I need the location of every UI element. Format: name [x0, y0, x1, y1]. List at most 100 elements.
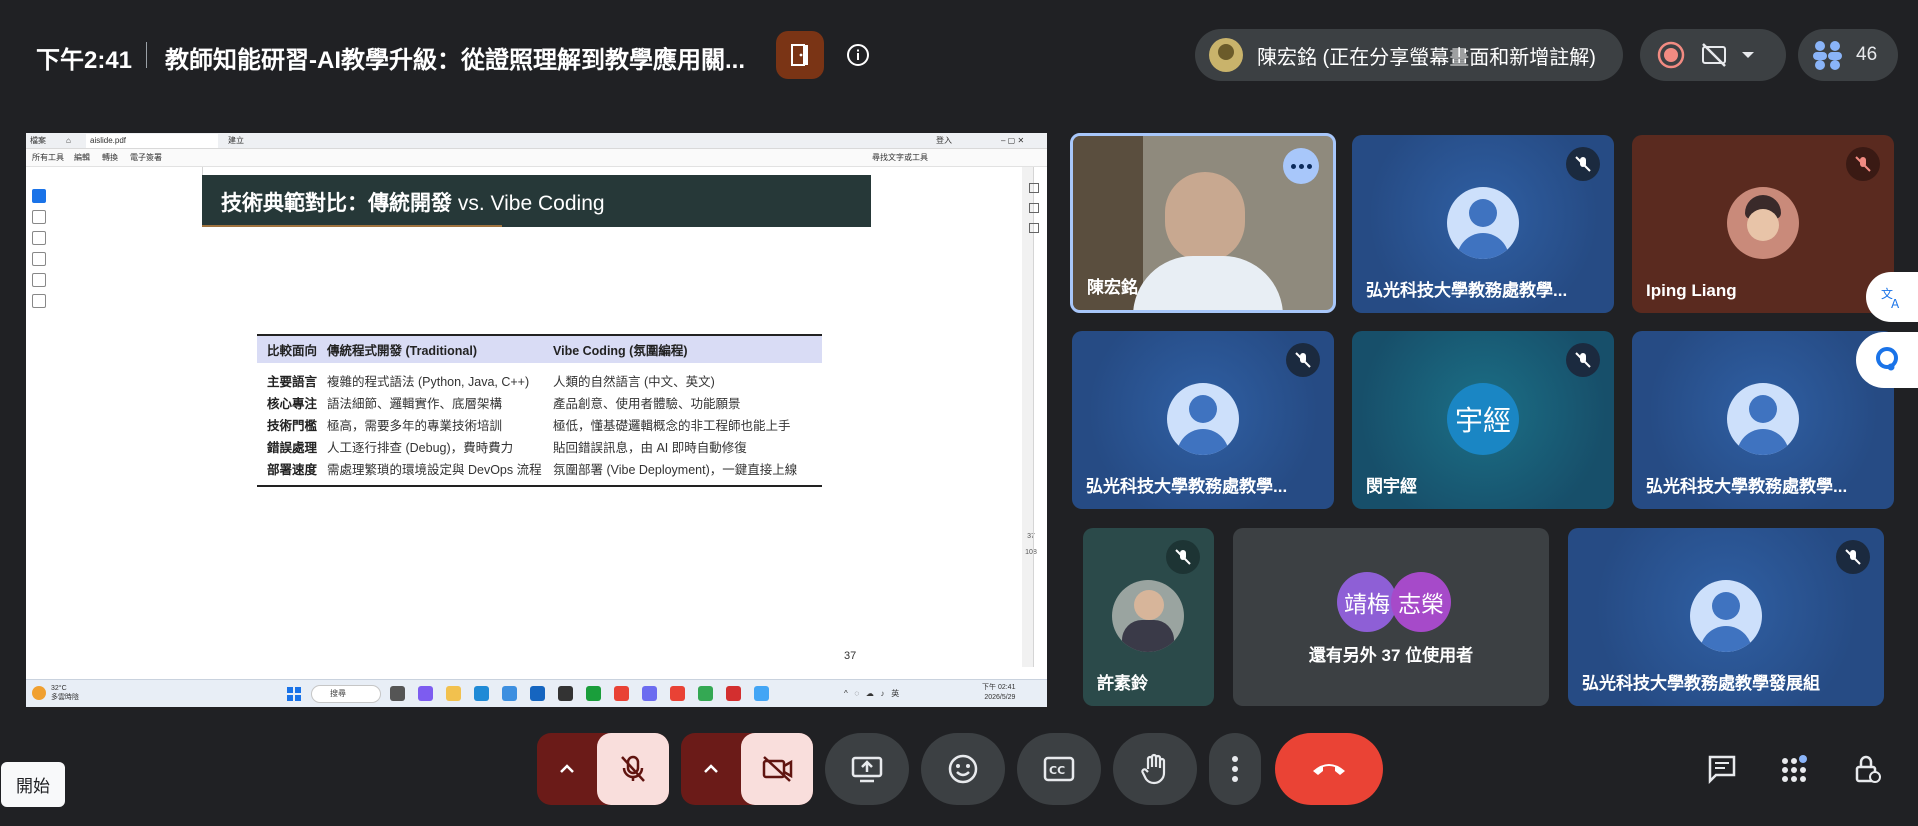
participant-tile[interactable]: 弘光科技大學教務處教學... [1352, 135, 1614, 313]
translate-button[interactable]: 文A [1866, 272, 1918, 322]
microphone-toggle-button[interactable] [597, 733, 669, 805]
pen-tool-icon[interactable] [32, 231, 46, 245]
input-language[interactable]: 英 [891, 689, 899, 698]
all-tools-menu[interactable]: 所有工具 [32, 152, 64, 163]
header-vibe: Vibe Coding (氛圍編程) [553, 344, 688, 358]
copilot-icon[interactable] [418, 686, 433, 701]
video-options-button[interactable] [681, 733, 741, 805]
app-icon[interactable] [754, 686, 769, 701]
more-options-button[interactable] [1283, 148, 1319, 184]
table-bottom-rule [257, 485, 822, 487]
file-tab[interactable]: aislide.pdf [86, 134, 218, 148]
chrome-icon[interactable] [698, 686, 713, 701]
clock-time: 下午 02:41 [982, 684, 1016, 691]
chat-button[interactable] [1697, 744, 1747, 794]
new-tab[interactable]: 建立 [228, 134, 244, 148]
edit-menu[interactable]: 編輯 [74, 152, 90, 163]
activities-button[interactable] [1769, 744, 1819, 794]
home-icon[interactable]: ⌂ [66, 134, 71, 148]
weather-widget[interactable]: 32°C 多雲時陰 [32, 684, 79, 702]
recording-chip[interactable] [1640, 29, 1786, 81]
edge-icon[interactable] [474, 686, 489, 701]
more-participants-tile[interactable]: 靖梅 志榮 還有另外 37 位使用者 [1233, 528, 1549, 706]
file-explorer-icon[interactable] [446, 686, 461, 701]
slide-header: 技術典範對比：傳統開發 vs. Vibe Coding [202, 175, 871, 227]
convert-menu[interactable]: 轉換 [102, 152, 118, 163]
presenter-chip[interactable]: 陳宏銘 (正在分享螢幕畫面和新增註解) [1195, 29, 1623, 81]
present-screen-button[interactable] [825, 733, 909, 805]
row-vibe: 氛圍部署 (Vibe Deployment)，一鍵直接上線 [553, 463, 798, 477]
more-options-button[interactable] [1209, 733, 1261, 805]
comparison-table: 比較面向 傳統程式開發 (Traditional) Vibe Coding (氛… [257, 334, 822, 487]
select-tool-icon[interactable] [32, 189, 46, 203]
taskbar-clock[interactable]: 下午 02:41 2026/5/29 [982, 683, 1015, 703]
shape-tool-icon[interactable] [32, 252, 46, 266]
app-icon[interactable] [642, 686, 657, 701]
captions-button[interactable]: CC [1017, 733, 1101, 805]
xbox-icon[interactable] [586, 686, 601, 701]
participant-tile[interactable]: 許素鈴 [1083, 528, 1214, 706]
comment-icon[interactable] [1029, 183, 1039, 193]
weather-temp: 32°C [51, 685, 67, 692]
zoom-tool-icon[interactable] [32, 210, 46, 224]
participant-tile[interactable]: Iping Liang [1632, 135, 1894, 313]
text-tool-icon[interactable] [32, 273, 46, 287]
window-controls[interactable]: – ▢ ✕ [1001, 134, 1024, 148]
default-avatar-icon [1167, 383, 1239, 455]
assistant-button[interactable] [1856, 332, 1918, 388]
audio-options-button[interactable] [537, 733, 597, 805]
table-row: 主要語言 複雜的程式語法 (Python, Java, C++) 人類的自然語言… [257, 373, 822, 391]
row-traditional: 需處理繁瑣的環境設定與 DevOps 流程 [327, 463, 542, 477]
participant-tile[interactable]: 宇經 閔宇經 [1352, 331, 1614, 509]
default-avatar-icon [1690, 580, 1762, 652]
system-tray[interactable]: ^ ◌ ☁ ♪ 英 [844, 688, 899, 699]
assistant-icon [1876, 347, 1898, 371]
recording-icon [1657, 41, 1685, 69]
login-tab[interactable]: 登入 [936, 134, 952, 148]
esign-menu[interactable]: 電子簽署 [130, 152, 162, 163]
info-icon [847, 44, 869, 66]
participant-name: 許素鈴 [1097, 674, 1148, 693]
row-aspect: 技術門檻 [267, 419, 318, 433]
export-icon[interactable] [1029, 203, 1039, 213]
host-controls-button[interactable] [1842, 744, 1892, 794]
header-aspect: 比較面向 [267, 344, 318, 358]
find-tool[interactable]: 尋找文字或工具 [872, 152, 928, 163]
start-tooltip[interactable]: 開始 [1, 762, 65, 807]
leave-call-button[interactable] [1275, 733, 1383, 805]
mic-off-icon [1166, 540, 1200, 574]
slide-title-zh: 技術典範對比：傳統開發 [221, 192, 452, 215]
app-icon[interactable] [558, 686, 573, 701]
meeting-details-button[interactable] [843, 40, 873, 70]
menu-tab[interactable]: 檔案 [30, 134, 46, 148]
top-bar: 下午2:41 教師知能研習-AI教學升級：從證照理解到教學應用關... 陳宏銘 … [0, 0, 1918, 108]
participant-tile[interactable]: 弘光科技大學教務處教學... [1632, 331, 1894, 509]
mic-off-icon [1566, 343, 1600, 377]
stamp-tool-icon[interactable] [32, 294, 46, 308]
windows-taskbar: 32°C 多雲時陰 搜尋 ^ ◌ ☁ ♪ 英 下午 02:41 2026/5/2… [26, 679, 1047, 707]
chrome-icon[interactable] [614, 686, 629, 701]
people-button[interactable]: 46 [1798, 29, 1898, 81]
taskbar-search[interactable]: 搜尋 [311, 685, 381, 703]
mic-control-group [537, 733, 669, 805]
camera-toggle-button[interactable] [741, 733, 813, 805]
store-icon[interactable] [530, 686, 545, 701]
svg-text:A: A [1891, 297, 1900, 310]
raise-hand-button[interactable] [1113, 733, 1197, 805]
chrome-icon[interactable] [670, 686, 685, 701]
initials-avatar: 靖梅 [1337, 572, 1397, 632]
breakout-rooms-button[interactable] [776, 31, 824, 79]
row-aspect: 部署速度 [267, 463, 318, 477]
copy-icon[interactable] [1029, 223, 1039, 233]
shared-screen: 檔案 ⌂ aislide.pdf 建立 登入 – ▢ ✕ 所有工具 編輯 轉換 … [26, 133, 1047, 707]
task-view-icon[interactable] [390, 686, 405, 701]
acrobat-icon[interactable] [726, 686, 741, 701]
door-icon [791, 44, 808, 66]
participant-tile[interactable]: 弘光科技大學教務處教學... [1072, 331, 1334, 509]
participant-tile-presenter[interactable]: 陳宏銘 [1070, 133, 1336, 313]
participant-tile[interactable]: 弘光科技大學教務處教學發展組 [1568, 528, 1884, 706]
hand-icon [1141, 753, 1166, 785]
windows-start-icon[interactable] [287, 687, 301, 701]
reactions-button[interactable] [921, 733, 1005, 805]
app-icon[interactable] [502, 686, 517, 701]
